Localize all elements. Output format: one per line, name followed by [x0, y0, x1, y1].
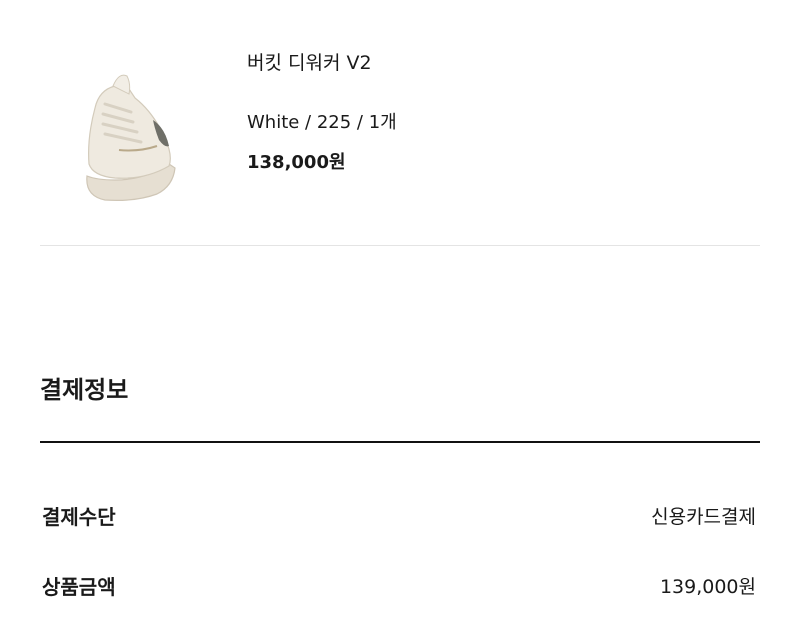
- sneaker-icon: [86, 74, 176, 201]
- product-image[interactable]: [50, 50, 200, 225]
- payment-method-label: 결제수단: [42, 504, 116, 529]
- product-name[interactable]: 버킷 디워커 V2: [247, 48, 372, 75]
- product-price: 138,000원: [247, 152, 346, 173]
- payment-method-value: 신용카드결제: [651, 505, 756, 528]
- product-amount-value: 139,000원: [659, 575, 756, 598]
- order-product: 버킷 디워커 V2 White / 225 / 1개 138,000원: [40, 30, 760, 220]
- payment-info-divider: [40, 441, 760, 443]
- product-amount-label: 상품금액: [42, 574, 116, 599]
- payment-method-row: 결제수단 신용카드결제: [40, 495, 760, 535]
- payment-info-title: 결제정보: [40, 376, 129, 404]
- section-divider: [40, 245, 760, 246]
- product-amount-row: 상품금액 139,000원: [40, 565, 760, 605]
- product-option: White / 225 / 1개: [247, 112, 397, 133]
